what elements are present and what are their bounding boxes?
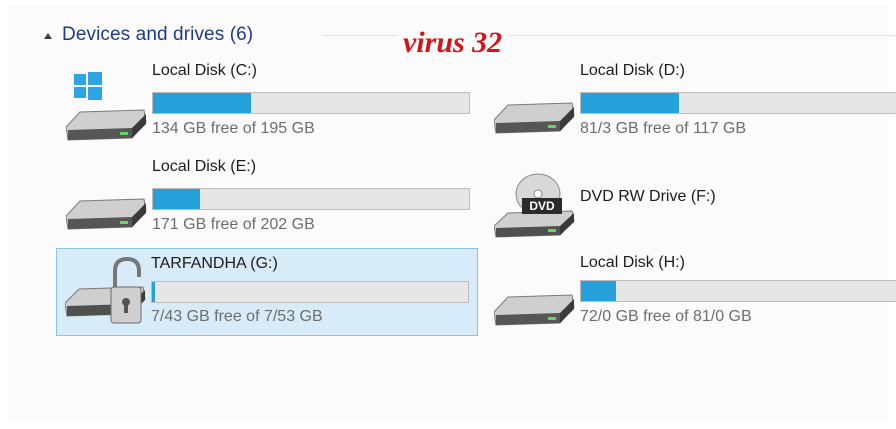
hard-drive-icon bbox=[494, 294, 575, 326]
usage-fill bbox=[153, 93, 251, 113]
drive-label: Local Disk (E:) bbox=[152, 158, 257, 175]
capacity-text: 72/0 GB free of 81/0 GB bbox=[580, 308, 752, 325]
drive-label: Local Disk (H:) bbox=[580, 254, 685, 271]
drive-tile-h[interactable]: Local Disk (H:) 72/0 GB free of 81/0 GB bbox=[486, 254, 896, 342]
drive-tile-f[interactable]: DVD DVD RW Drive (F:) bbox=[486, 158, 896, 246]
usage-bar bbox=[152, 188, 470, 210]
drive-tile-e[interactable]: Local Disk (E:) 171 GB free of 202 GB bbox=[58, 158, 478, 246]
capacity-text: 171 GB free of 202 GB bbox=[152, 216, 315, 233]
drive-tile-g[interactable]: TARFANDHA (G:) 7/43 GB free of 7/53 GB bbox=[56, 248, 478, 336]
hard-drive-icon bbox=[494, 102, 575, 134]
dvd-badge: DVD bbox=[529, 199, 555, 213]
drive-label: DVD RW Drive (F:) bbox=[580, 188, 716, 205]
drive-tile-c[interactable]: Local Disk (C:) 134 GB free of 195 GB bbox=[58, 62, 478, 150]
section-title: Devices and drives (6) bbox=[62, 24, 254, 45]
windows-system-drive-icon bbox=[66, 72, 147, 141]
usage-bar bbox=[151, 281, 469, 303]
usage-fill bbox=[581, 281, 616, 301]
usage-fill bbox=[581, 93, 679, 113]
devices-section-header[interactable]: Devices and drives (6) bbox=[44, 20, 253, 50]
dvd-drive-icon: DVD bbox=[494, 173, 575, 238]
watermark-text: virus 32 bbox=[397, 26, 509, 60]
locked-drive-icon bbox=[65, 257, 146, 324]
drive-tile-d[interactable]: Local Disk (D:) 81/3 GB free of 117 GB bbox=[486, 62, 896, 150]
drive-label: Local Disk (D:) bbox=[580, 62, 685, 79]
collapse-arrow-icon[interactable] bbox=[44, 33, 52, 39]
usage-bar bbox=[580, 92, 896, 114]
drive-label: TARFANDHA (G:) bbox=[151, 255, 278, 272]
hard-drive-icon bbox=[66, 198, 147, 230]
usage-bar bbox=[152, 92, 470, 114]
usage-fill bbox=[152, 282, 156, 302]
capacity-text: 134 GB free of 195 GB bbox=[152, 120, 315, 137]
usage-fill bbox=[153, 189, 201, 209]
usage-bar bbox=[580, 280, 896, 302]
drive-label: Local Disk (C:) bbox=[152, 62, 257, 79]
capacity-text: 7/43 GB free of 7/53 GB bbox=[151, 308, 323, 325]
capacity-text: 81/3 GB free of 117 GB bbox=[580, 120, 747, 137]
